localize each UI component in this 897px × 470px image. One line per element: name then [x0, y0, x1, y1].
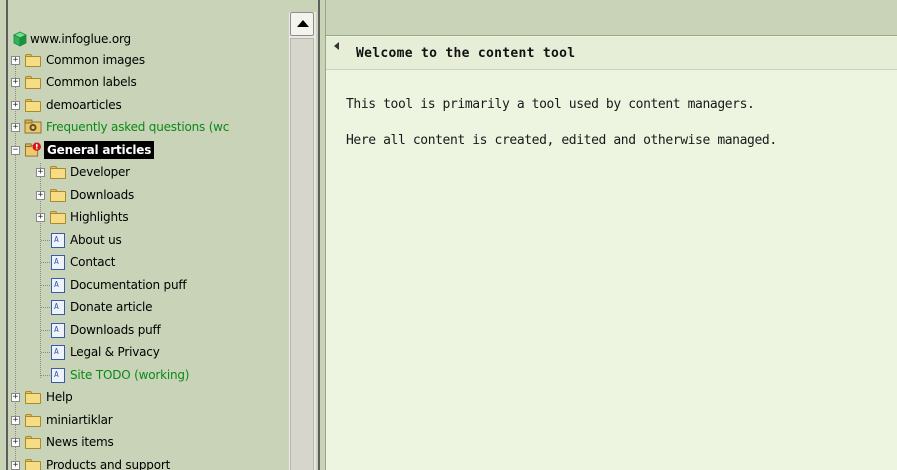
folder-icon [24, 413, 42, 428]
expand-toggle[interactable]: + [11, 416, 20, 425]
tree-node-label: Downloads [70, 188, 135, 202]
tree-node-label: miniartiklar [46, 413, 113, 427]
folder-icon [49, 188, 67, 203]
article-icon: A [49, 345, 67, 360]
tree-node-label: Donate article [70, 300, 153, 314]
expand-toggle[interactable]: + [11, 56, 20, 65]
expand-toggle[interactable]: + [11, 78, 20, 87]
tree-node-label: demoarticles [46, 98, 122, 112]
article-icon: A [49, 300, 67, 315]
tree-node-label: Common labels [46, 75, 137, 89]
expand-toggle[interactable]: + [36, 213, 45, 222]
cube-icon [13, 31, 27, 47]
tree-node-label: Highlights [70, 210, 129, 224]
flagged-folder-icon [25, 142, 41, 157]
intro-line-2: Here all content is created, edited and … [346, 133, 777, 148]
tree-node-label: www.infoglue.org [30, 32, 131, 46]
tree-node-label: Frequently asked questions (wc [46, 120, 230, 134]
collapse-toggle[interactable]: − [11, 146, 20, 155]
folder-icon [24, 75, 42, 90]
expand-toggle[interactable]: + [36, 191, 45, 200]
article-icon: A [49, 368, 67, 383]
tree-node-label: Products and support [46, 458, 171, 470]
repository-folder-icon [24, 119, 42, 134]
tree-node-label: Contact [70, 255, 116, 269]
scrollbar-thumb[interactable] [290, 38, 314, 470]
folder-icon [24, 458, 42, 470]
tree-node-label: Developer [70, 165, 130, 179]
pane-splitter[interactable] [318, 0, 326, 470]
content-tree-pane: www.infoglue.org + Common images + Commo… [0, 0, 318, 470]
article-icon: A [49, 323, 67, 338]
tree-scrollbar[interactable] [288, 12, 316, 470]
folder-icon [24, 53, 42, 68]
page-title: Welcome to the content tool [356, 46, 576, 61]
folder-icon [49, 210, 67, 225]
tree-node-label: News items [46, 435, 114, 449]
expand-toggle[interactable]: + [11, 123, 20, 132]
content-area: Welcome to the content tool This tool is… [326, 0, 897, 470]
tree-node-label-selected: General articles [44, 141, 155, 159]
intro-line-1: This tool is primarily a tool used by co… [346, 97, 755, 112]
scroll-up-button[interactable] [290, 12, 314, 36]
folder-icon [24, 435, 42, 450]
top-toolbar-strip [326, 0, 897, 36]
expand-toggle[interactable]: + [11, 438, 20, 447]
folder-icon [24, 98, 42, 113]
article-icon: A [49, 255, 67, 270]
folder-icon [49, 165, 67, 180]
article-icon: A [49, 233, 67, 248]
tree-node-label: Legal & Privacy [70, 345, 160, 359]
folder-icon [24, 390, 42, 405]
tree-node-label: Documentation puff [70, 278, 187, 292]
tree-node-label: About us [70, 233, 122, 247]
article-icon: A [49, 278, 67, 293]
content-header: Welcome to the content tool [326, 37, 897, 70]
expand-toggle[interactable]: + [36, 168, 45, 177]
expand-toggle[interactable]: + [11, 461, 20, 470]
tree-node-label: Help [46, 390, 73, 404]
left-frame-edge [0, 0, 8, 470]
expand-toggle[interactable]: + [11, 101, 20, 110]
tree-node-label: Downloads puff [70, 323, 161, 337]
arrow-up-icon [297, 20, 309, 27]
tree-node-label: Site TODO (working) [70, 368, 190, 382]
collapse-panel-icon[interactable] [334, 42, 339, 50]
tree-node-label: Common images [46, 53, 145, 67]
expand-toggle[interactable]: + [11, 393, 20, 402]
content-tree: www.infoglue.org + Common images + Commo… [10, 0, 288, 470]
